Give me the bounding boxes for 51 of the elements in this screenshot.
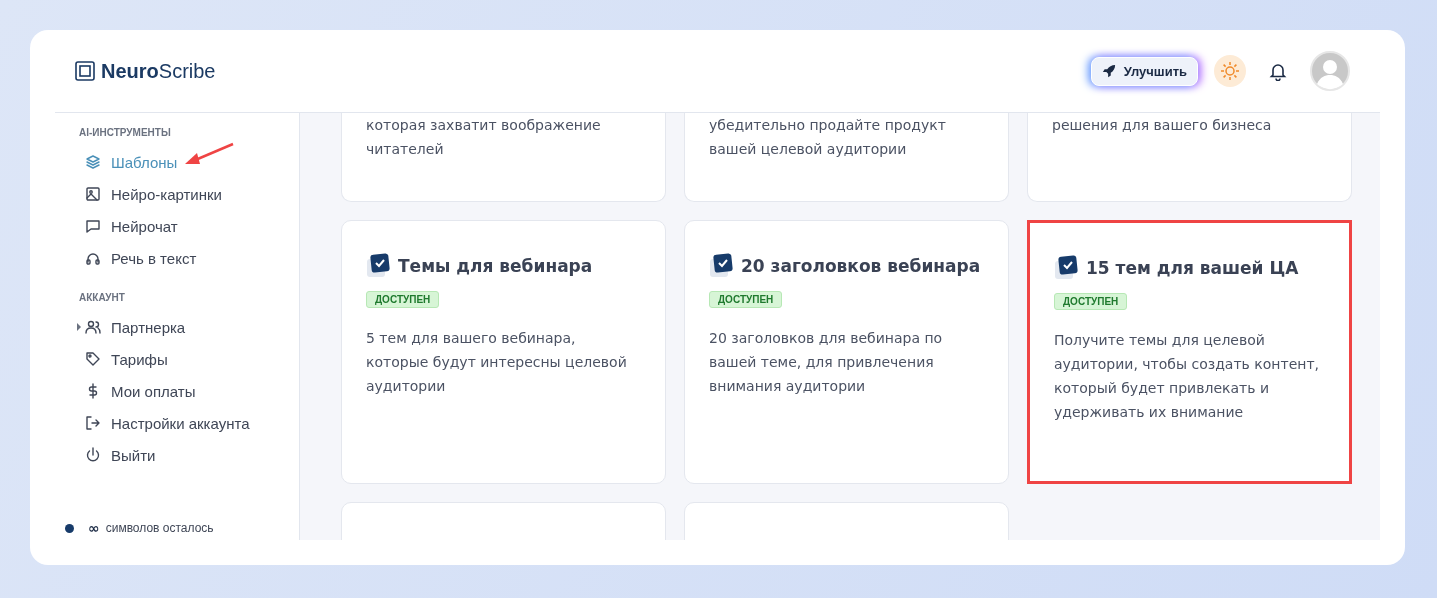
status-badge: ДОСТУПЕН xyxy=(709,291,783,308)
card-description: Получите темы для целевой аудитории, чтобы создать контент, который будет привлекать и удерживать их внимание xyxy=(1054,331,1320,422)
sidebar-item[interactable]: Настройки аккаунта xyxy=(85,414,250,432)
image-icon xyxy=(85,186,101,202)
balance-label: символов осталось xyxy=(105,521,214,535)
status-dot xyxy=(65,523,74,533)
status-badge: ДОСТУПЕН xyxy=(366,291,440,308)
power-icon xyxy=(85,447,101,463)
logo-icon xyxy=(75,61,95,81)
bell-icon[interactable] xyxy=(1268,61,1288,81)
users-icon xyxy=(85,319,101,335)
layers-icon xyxy=(85,154,101,170)
checkbox-icon xyxy=(366,253,390,279)
sidebar-item[interactable]: Шаблоны xyxy=(85,153,178,171)
template-card[interactable]: 20 заголовков вебинара ДОСТУПЕН 20 заголовков для вебинара по вашей теме, для привлечения внимания аудитории xyxy=(684,220,1009,484)
card-title: Темы для вебинара xyxy=(398,256,593,276)
sidebar-item[interactable]: Нейро-картинки xyxy=(85,185,222,203)
sidebar-item[interactable]: Тарифы xyxy=(85,350,168,368)
logo-text[interactable]: NeuroScribe xyxy=(101,59,216,83)
card-title: 20 заголовков вебинара xyxy=(741,256,981,276)
template-card[interactable]: решения для вашего бизнеса xyxy=(1027,113,1352,202)
sidebar-item[interactable]: Мои оплаты xyxy=(85,382,196,400)
section-heading: AI-ИНСТРУМЕНТЫ xyxy=(79,127,172,138)
card-description: 5 тем для вашего вебинара, которые будут интересны целевой аудитории xyxy=(366,329,628,396)
tag-icon xyxy=(85,351,101,367)
avatar[interactable] xyxy=(1310,51,1350,91)
caret-icon[interactable] xyxy=(77,323,81,331)
sidebar-item[interactable]: Выйти xyxy=(85,446,156,464)
status-badge: ДОСТУПЕН xyxy=(1054,293,1128,310)
sidebar-item[interactable]: Речь в текст xyxy=(85,249,197,267)
logout-icon xyxy=(85,415,101,431)
template-card[interactable]: которая захватит воображение читателей xyxy=(341,113,666,202)
template-card[interactable]: 15 тем для вашей ЦА ДОСТУПЕН Получите темы для целевой аудитории, чтобы создать контент, который будет привлекать и удерживать их внимание xyxy=(1027,220,1352,484)
card-description: убедительно продайте продукт вашей целевой аудитории xyxy=(709,116,947,159)
card-description: 20 заголовков для вебинара по вашей теме, для привлечения внимания аудитории xyxy=(709,329,944,396)
sidebar-item[interactable]: Нейрочат xyxy=(85,217,178,235)
checkbox-icon xyxy=(709,253,733,279)
template-card[interactable]: Темы для вебинара ДОСТУПЕН 5 тем для вашего вебинара, которые будут интересны целевой аудитории xyxy=(341,220,666,484)
rocket-icon xyxy=(1101,64,1116,78)
section-heading: АККАУНТ xyxy=(79,292,126,303)
sidebar-item[interactable]: Партнерка xyxy=(85,318,186,336)
balance-amount: ∞ xyxy=(88,520,100,536)
chat-icon xyxy=(85,218,101,234)
headphones-icon xyxy=(85,250,101,266)
upgrade-button[interactable]: Улучшить xyxy=(1090,56,1198,86)
card-description: которая захватит воображение читателей xyxy=(366,116,602,159)
template-card[interactable]: убедительно продайте продукт вашей целевой аудитории xyxy=(684,113,1009,202)
card-title: 15 тем для вашей ЦА xyxy=(1086,258,1299,278)
card-description: решения для вашего бизнеса xyxy=(1052,116,1273,135)
sun-icon[interactable] xyxy=(1214,55,1246,87)
checkbox-icon xyxy=(1054,255,1078,281)
